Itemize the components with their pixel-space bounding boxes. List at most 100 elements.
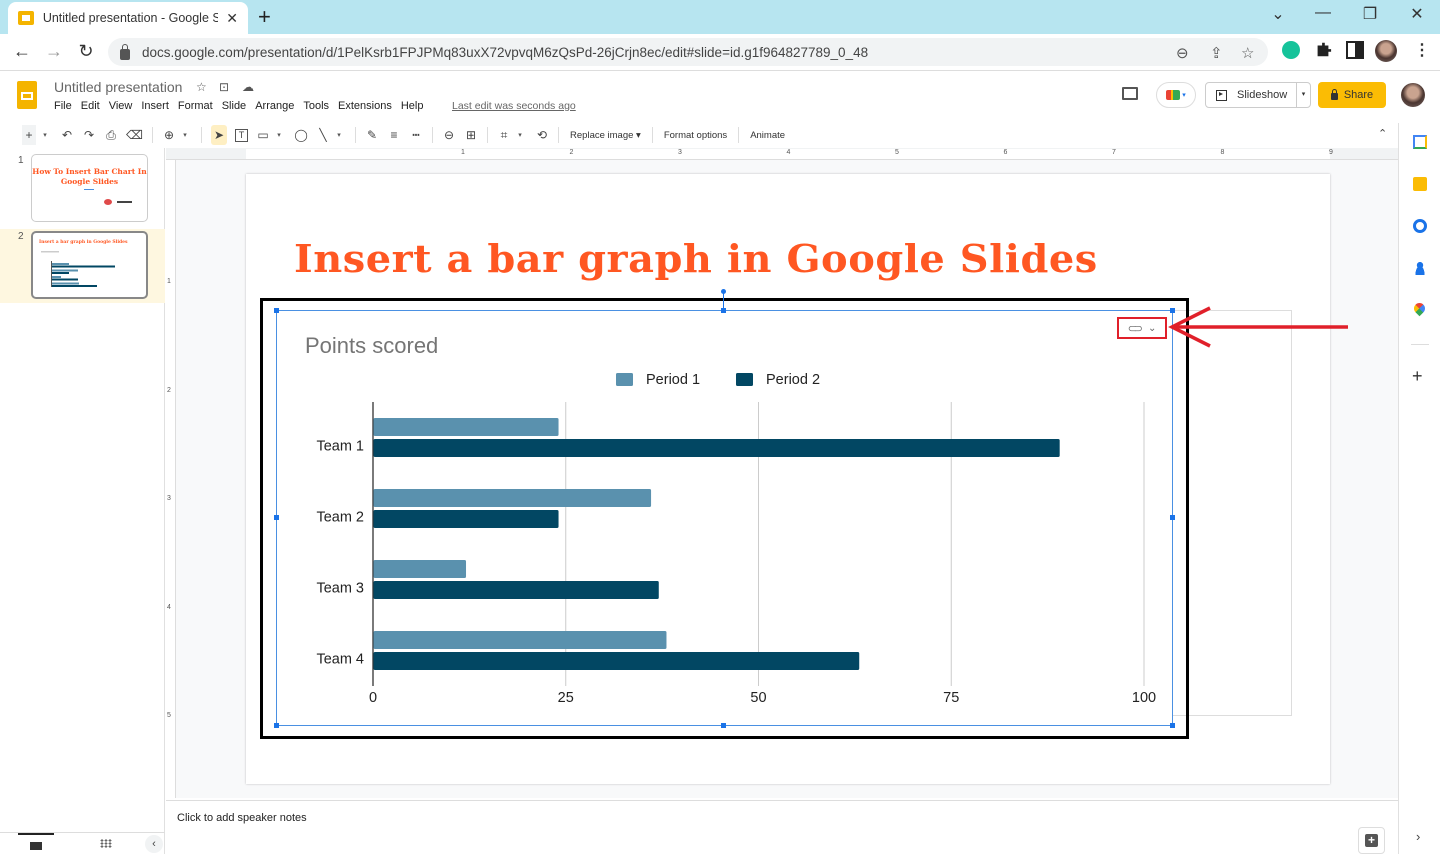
zoom-out-icon[interactable]: ⊖ <box>1176 44 1189 62</box>
grid-view-icon[interactable] <box>100 839 112 848</box>
resize-handle-bottom[interactable] <box>721 723 726 728</box>
add-comment-icon[interactable]: ⊞ <box>464 125 478 145</box>
menu-help[interactable]: Help <box>401 100 424 112</box>
resize-handle-right[interactable] <box>1170 515 1175 520</box>
resize-handle-bottom-right[interactable] <box>1170 723 1175 728</box>
hide-filmstrip-button[interactable]: ‹ <box>145 835 163 853</box>
restore-button[interactable]: ❐ <box>1355 4 1385 24</box>
menu-view[interactable]: View <box>109 100 133 112</box>
paint-format-icon[interactable]: ⌫ <box>126 125 143 145</box>
insert-link-icon[interactable]: ⊖ <box>442 125 456 145</box>
google-slides-logo-icon[interactable] <box>17 81 37 109</box>
maps-icon[interactable] <box>1411 300 1428 317</box>
back-button[interactable]: ← <box>10 41 34 62</box>
menu-extensions[interactable]: Extensions <box>338 100 392 112</box>
move-folder-icon[interactable]: ⊡ <box>219 80 229 94</box>
grammarly-icon[interactable] <box>1282 41 1300 59</box>
image-dropdown[interactable]: ▾ <box>272 125 286 145</box>
format-options-button[interactable]: Format options <box>664 130 727 141</box>
slide-title[interactable]: Insert a bar graph in Google Slides <box>294 236 1098 281</box>
select-tool-icon[interactable]: ➤ <box>210 125 228 145</box>
menu-file[interactable]: File <box>54 100 72 112</box>
shape-icon[interactable]: ◯ <box>294 125 308 145</box>
linked-chart-options-button[interactable]: ⊂⊃ ⌄ <box>1117 317 1167 339</box>
menu-insert[interactable]: Insert <box>141 100 169 112</box>
calendar-icon[interactable] <box>1413 135 1427 149</box>
document-title[interactable]: Untitled presentation <box>54 79 182 95</box>
menu-tools[interactable]: Tools <box>303 100 329 112</box>
chrome-menu-icon[interactable]: ⋮ <box>1414 40 1430 60</box>
zoom-icon[interactable]: ⊕ <box>162 125 176 145</box>
contacts-icon[interactable] <box>1413 261 1427 275</box>
tab-search-icon[interactable]: ⌄ <box>1263 4 1293 24</box>
zoom-dropdown[interactable]: ▾ <box>178 125 192 145</box>
lock-icon[interactable] <box>120 43 130 60</box>
star-icon[interactable]: ☆ <box>196 80 207 94</box>
reset-image-icon[interactable]: ⟲ <box>535 125 549 145</box>
speaker-notes-input[interactable]: Click to add speaker notes <box>177 812 307 824</box>
new-slide-layout-dropdown[interactable]: ▾ <box>38 125 52 145</box>
keep-icon[interactable] <box>1413 177 1427 191</box>
border-dash-icon[interactable]: ┅ <box>409 125 423 145</box>
undo-icon[interactable]: ↶ <box>60 125 74 145</box>
side-panel-icon[interactable] <box>1346 41 1364 59</box>
resize-handle-bottom-left[interactable] <box>274 723 279 728</box>
cloud-saved-icon[interactable]: ☁ <box>242 80 254 94</box>
slide-thumbnail-2[interactable]: Insert a bar graph in Google Slides <box>31 231 148 299</box>
speaker-notes-panel: Click to add speaker notes <box>166 800 1398 854</box>
resize-handle-top-left[interactable] <box>274 308 279 313</box>
line-dropdown[interactable]: ▾ <box>332 125 346 145</box>
animate-button[interactable]: Animate <box>750 130 785 141</box>
crop-dropdown[interactable]: ▾ <box>513 125 527 145</box>
show-side-panel-icon[interactable]: › <box>1416 829 1420 844</box>
image-icon[interactable]: ▭ <box>256 125 270 145</box>
browser-tab[interactable]: Untitled presentation - Google Sl ✕ <box>8 2 248 34</box>
menu-edit[interactable]: Edit <box>81 100 100 112</box>
explore-button[interactable]: + <box>1358 827 1385 854</box>
horizontal-ruler[interactable]: 1 2 3 4 5 6 7 8 9 <box>166 148 1398 160</box>
forward-button[interactable]: → <box>42 41 66 62</box>
slide-number: 1 <box>18 155 24 166</box>
vertical-ruler[interactable]: 1 2 3 4 5 <box>166 160 176 798</box>
border-weight-icon[interactable]: ≡ <box>387 125 401 145</box>
share-page-icon[interactable]: ⇪ <box>1210 44 1223 62</box>
bookmark-star-icon[interactable]: ☆ <box>1241 44 1254 62</box>
comment-history-icon[interactable] <box>1122 87 1138 100</box>
new-tab-button[interactable]: + <box>258 4 271 30</box>
menu-arrange[interactable]: Arrange <box>255 100 294 112</box>
filmstrip-view-tab[interactable] <box>18 833 54 855</box>
redo-icon[interactable]: ↷ <box>82 125 96 145</box>
reload-button[interactable]: ↻ <box>74 41 98 62</box>
menu-slide[interactable]: Slide <box>222 100 246 112</box>
print-icon[interactable]: ⎙ <box>104 125 118 145</box>
collapse-menus-icon[interactable]: ⌃ <box>1378 127 1387 140</box>
replace-image-button[interactable]: Replace image ▾ <box>570 130 641 141</box>
resize-handle-left[interactable] <box>274 515 279 520</box>
chevron-down-icon: ⌄ <box>1148 322 1157 334</box>
tasks-icon[interactable] <box>1413 219 1427 233</box>
share-button[interactable]: Share <box>1318 82 1386 108</box>
address-bar[interactable]: docs.google.com/presentation/d/1PelKsrb1… <box>108 38 1268 66</box>
menu-format[interactable]: Format <box>178 100 213 112</box>
close-window-button[interactable]: ✕ <box>1402 4 1432 24</box>
meet-button[interactable]: ▾ <box>1156 82 1196 108</box>
chrome-profile-avatar[interactable] <box>1375 40 1397 62</box>
get-addons-button[interactable]: + <box>1412 366 1423 387</box>
last-edit-link[interactable]: Last edit was seconds ago <box>452 100 576 112</box>
slide-thumbnail-1[interactable]: How To Insert Bar Chart In Google Slides <box>31 154 148 222</box>
new-slide-button[interactable]: + <box>22 125 36 145</box>
url-text[interactable]: docs.google.com/presentation/d/1PelKsrb1… <box>142 45 868 60</box>
account-avatar[interactable] <box>1401 83 1425 107</box>
side-panel-divider <box>1411 344 1429 345</box>
border-color-icon[interactable]: ✎ <box>365 125 379 145</box>
minimize-button[interactable]: — <box>1308 4 1338 22</box>
textbox-icon[interactable]: T <box>235 128 249 142</box>
crop-icon[interactable]: ⌗ <box>497 125 511 145</box>
line-icon[interactable]: ╲ <box>316 125 330 145</box>
ruler-tick-label: 8 <box>1220 149 1225 156</box>
tab-close-icon[interactable]: ✕ <box>226 10 238 27</box>
resize-handle-top[interactable] <box>721 308 726 313</box>
rotation-handle[interactable] <box>721 289 726 294</box>
slideshow-button[interactable]: Slideshow ▾ <box>1205 82 1311 108</box>
slideshow-dropdown-button[interactable]: ▾ <box>1296 83 1310 107</box>
